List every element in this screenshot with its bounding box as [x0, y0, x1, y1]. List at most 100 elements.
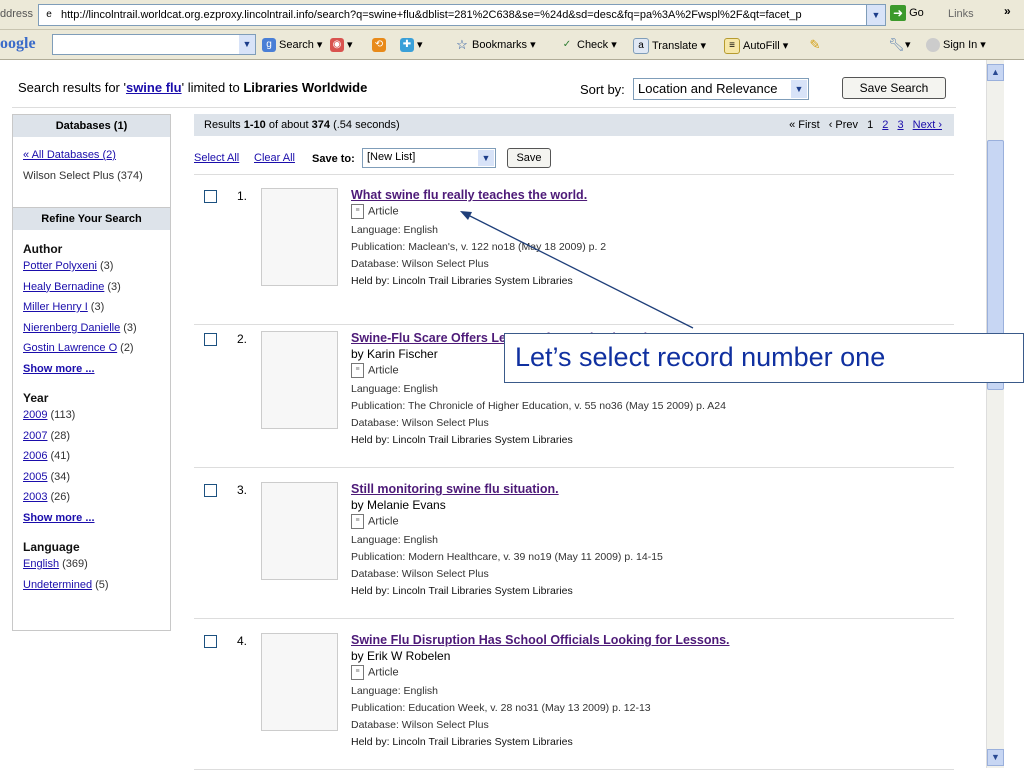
- addon-button[interactable]: ✚ ▾: [400, 38, 423, 53]
- refine-item-link[interactable]: 2003: [23, 491, 47, 503]
- bookmarks-button[interactable]: ☆ Bookmarks ▾: [455, 37, 535, 53]
- refine-item: 2006 (41): [23, 446, 160, 467]
- url-text: http://lincolntrail.worldcat.org.ezproxy…: [61, 9, 802, 21]
- sign-in-button[interactable]: Sign In ▾: [926, 38, 986, 53]
- record-checkbox[interactable]: [204, 190, 217, 203]
- select-all-link[interactable]: Select All: [194, 152, 239, 164]
- prev-page-link[interactable]: ‹ Prev: [829, 119, 858, 131]
- refine-item-count: (2): [120, 342, 134, 354]
- search-scope: Libraries Worldwide: [243, 80, 368, 95]
- results-count: Results 1-10 of about 374 (.54 seconds): [204, 119, 400, 131]
- page-2-link[interactable]: 2: [882, 119, 888, 131]
- refine-item-link[interactable]: 2009: [23, 409, 47, 421]
- article-icon: ≡: [351, 204, 364, 219]
- record-checkbox[interactable]: [204, 333, 217, 346]
- google-search-icon: g: [262, 38, 276, 53]
- page-icon: e: [46, 9, 52, 20]
- record-database: Database: Wilson Select Plus: [351, 719, 489, 731]
- refine-item-count: (26): [50, 491, 71, 503]
- refine-item-count: (28): [50, 429, 71, 442]
- record-title-link[interactable]: Swine Flu Disruption Has School Official…: [351, 633, 941, 647]
- first-page-link[interactable]: « First: [789, 119, 820, 131]
- highlighter-icon: ✎: [809, 37, 821, 52]
- scroll-up-icon[interactable]: ▲: [987, 64, 1004, 81]
- scroll-down-icon[interactable]: ▼: [987, 749, 1004, 766]
- google-search-input[interactable]: ▼: [52, 34, 256, 55]
- translate-button[interactable]: a Translate ▾: [633, 38, 706, 54]
- news-button[interactable]: ◉ ▾: [330, 38, 353, 53]
- record-checkbox[interactable]: [204, 635, 217, 648]
- record-database: Database: Wilson Select Plus: [351, 258, 489, 270]
- databases-header: Databases (1): [13, 115, 170, 137]
- search-query-link[interactable]: swine flu: [126, 80, 182, 95]
- save-search-button[interactable]: Save Search: [842, 77, 946, 99]
- show-more-link[interactable]: Show more ...: [23, 359, 160, 380]
- url-dropdown-icon[interactable]: ▼: [866, 5, 885, 25]
- refine-item-link[interactable]: Potter Polyxeni: [23, 260, 97, 272]
- refine-item-link[interactable]: 2007: [23, 430, 47, 442]
- record-title-link[interactable]: What swine flu really teaches the world.: [351, 188, 941, 202]
- record-number: 4.: [237, 634, 248, 648]
- refine-item-count: (3): [99, 260, 114, 272]
- autofill-button[interactable]: ≡ AutoFill ▾: [724, 38, 788, 54]
- google-search-dropdown-icon[interactable]: ▼: [239, 35, 255, 54]
- refine-item: Miller Henry I (3): [23, 297, 160, 318]
- record-language: Language: English: [351, 383, 438, 395]
- record-title-link[interactable]: Still monitoring swine flu situation.: [351, 482, 941, 496]
- refine-item-link[interactable]: Nierenberg Danielle: [23, 322, 120, 334]
- refine-item-link[interactable]: Healy Bernadine: [23, 281, 104, 293]
- refine-item-link[interactable]: 2006: [23, 450, 47, 462]
- refine-item-link[interactable]: 2005: [23, 471, 47, 483]
- toolbar-chevron-icon[interactable]: »: [1004, 4, 1011, 18]
- page-1: 1: [867, 119, 874, 131]
- record-body: Still monitoring swine flu situation. by …: [351, 482, 941, 597]
- star-icon: ☆: [456, 37, 468, 53]
- settings-button[interactable]: 🔧︎▾: [888, 38, 911, 52]
- sort-dropdown-icon: ▼: [791, 80, 807, 98]
- record-holdings: Held by: Lincoln Trail Libraries System …: [351, 434, 573, 446]
- sort-select[interactable]: Location and Relevance ▼: [633, 78, 809, 100]
- record-language: Language: English: [351, 224, 438, 236]
- divider: [194, 467, 954, 468]
- highlighter-button[interactable]: ✎: [808, 38, 825, 52]
- list-select[interactable]: [New List] ▼: [362, 148, 496, 168]
- record-holdings: Held by: Lincoln Trail Libraries System …: [351, 585, 573, 597]
- next-page-link[interactable]: Next ›: [913, 119, 942, 131]
- spellcheck-icon: ✓: [562, 39, 572, 51]
- links-button[interactable]: Links: [948, 8, 974, 20]
- wrench-icon: 🔧︎: [888, 37, 905, 53]
- go-button[interactable]: ➜ Go: [890, 5, 934, 25]
- show-more-link[interactable]: Show more ...: [23, 508, 160, 529]
- sidebar: Databases (1) « All Databases (2) Wilson…: [12, 114, 171, 631]
- refine-item-count: (5): [95, 578, 109, 591]
- spell-check-button[interactable]: ✓ Check ▾: [560, 38, 617, 52]
- page-scrollbar[interactable]: ▲ ▼: [986, 60, 1005, 768]
- page-3-link[interactable]: 3: [897, 119, 903, 131]
- list-dropdown-icon: ▼: [478, 150, 494, 166]
- window-edge: [1004, 60, 1024, 768]
- save-button[interactable]: Save: [507, 148, 551, 168]
- refine-item-link[interactable]: Miller Henry I: [23, 301, 88, 313]
- all-databases-link[interactable]: « All Databases (2): [23, 149, 116, 161]
- record-checkbox[interactable]: [204, 484, 217, 497]
- record-type: ≡ Article: [351, 514, 941, 529]
- record-body: Swine Flu Disruption Has School Official…: [351, 633, 941, 748]
- record-database: Database: Wilson Select Plus: [351, 417, 489, 429]
- url-input[interactable]: e http://lincolntrail.worldcat.org.ezpro…: [38, 4, 886, 26]
- record-number: 3.: [237, 483, 248, 497]
- refine-item: Healy Bernadine (3): [23, 277, 160, 298]
- record-number: 2.: [237, 332, 248, 346]
- annotation-callout: Let’s select record number one: [504, 333, 1024, 383]
- pagerank-button[interactable]: ⟲: [372, 38, 389, 52]
- annotation-text: Let’s select record number one: [515, 342, 886, 372]
- clear-all-link[interactable]: Clear All: [254, 152, 295, 164]
- refine-item-link[interactable]: Gostin Lawrence O: [23, 342, 117, 354]
- selected-database: Wilson Select Plus (374): [23, 169, 143, 182]
- google-logo: oogle: [0, 35, 36, 52]
- refine-item-count: (3): [90, 301, 105, 313]
- refine-item-link[interactable]: Undetermined: [23, 579, 92, 591]
- refine-item: 2005 (34): [23, 467, 160, 488]
- refine-item: Nierenberg Danielle (3): [23, 318, 160, 339]
- google-search-button[interactable]: g Search ▾: [262, 38, 322, 53]
- refine-item-link[interactable]: English: [23, 558, 59, 570]
